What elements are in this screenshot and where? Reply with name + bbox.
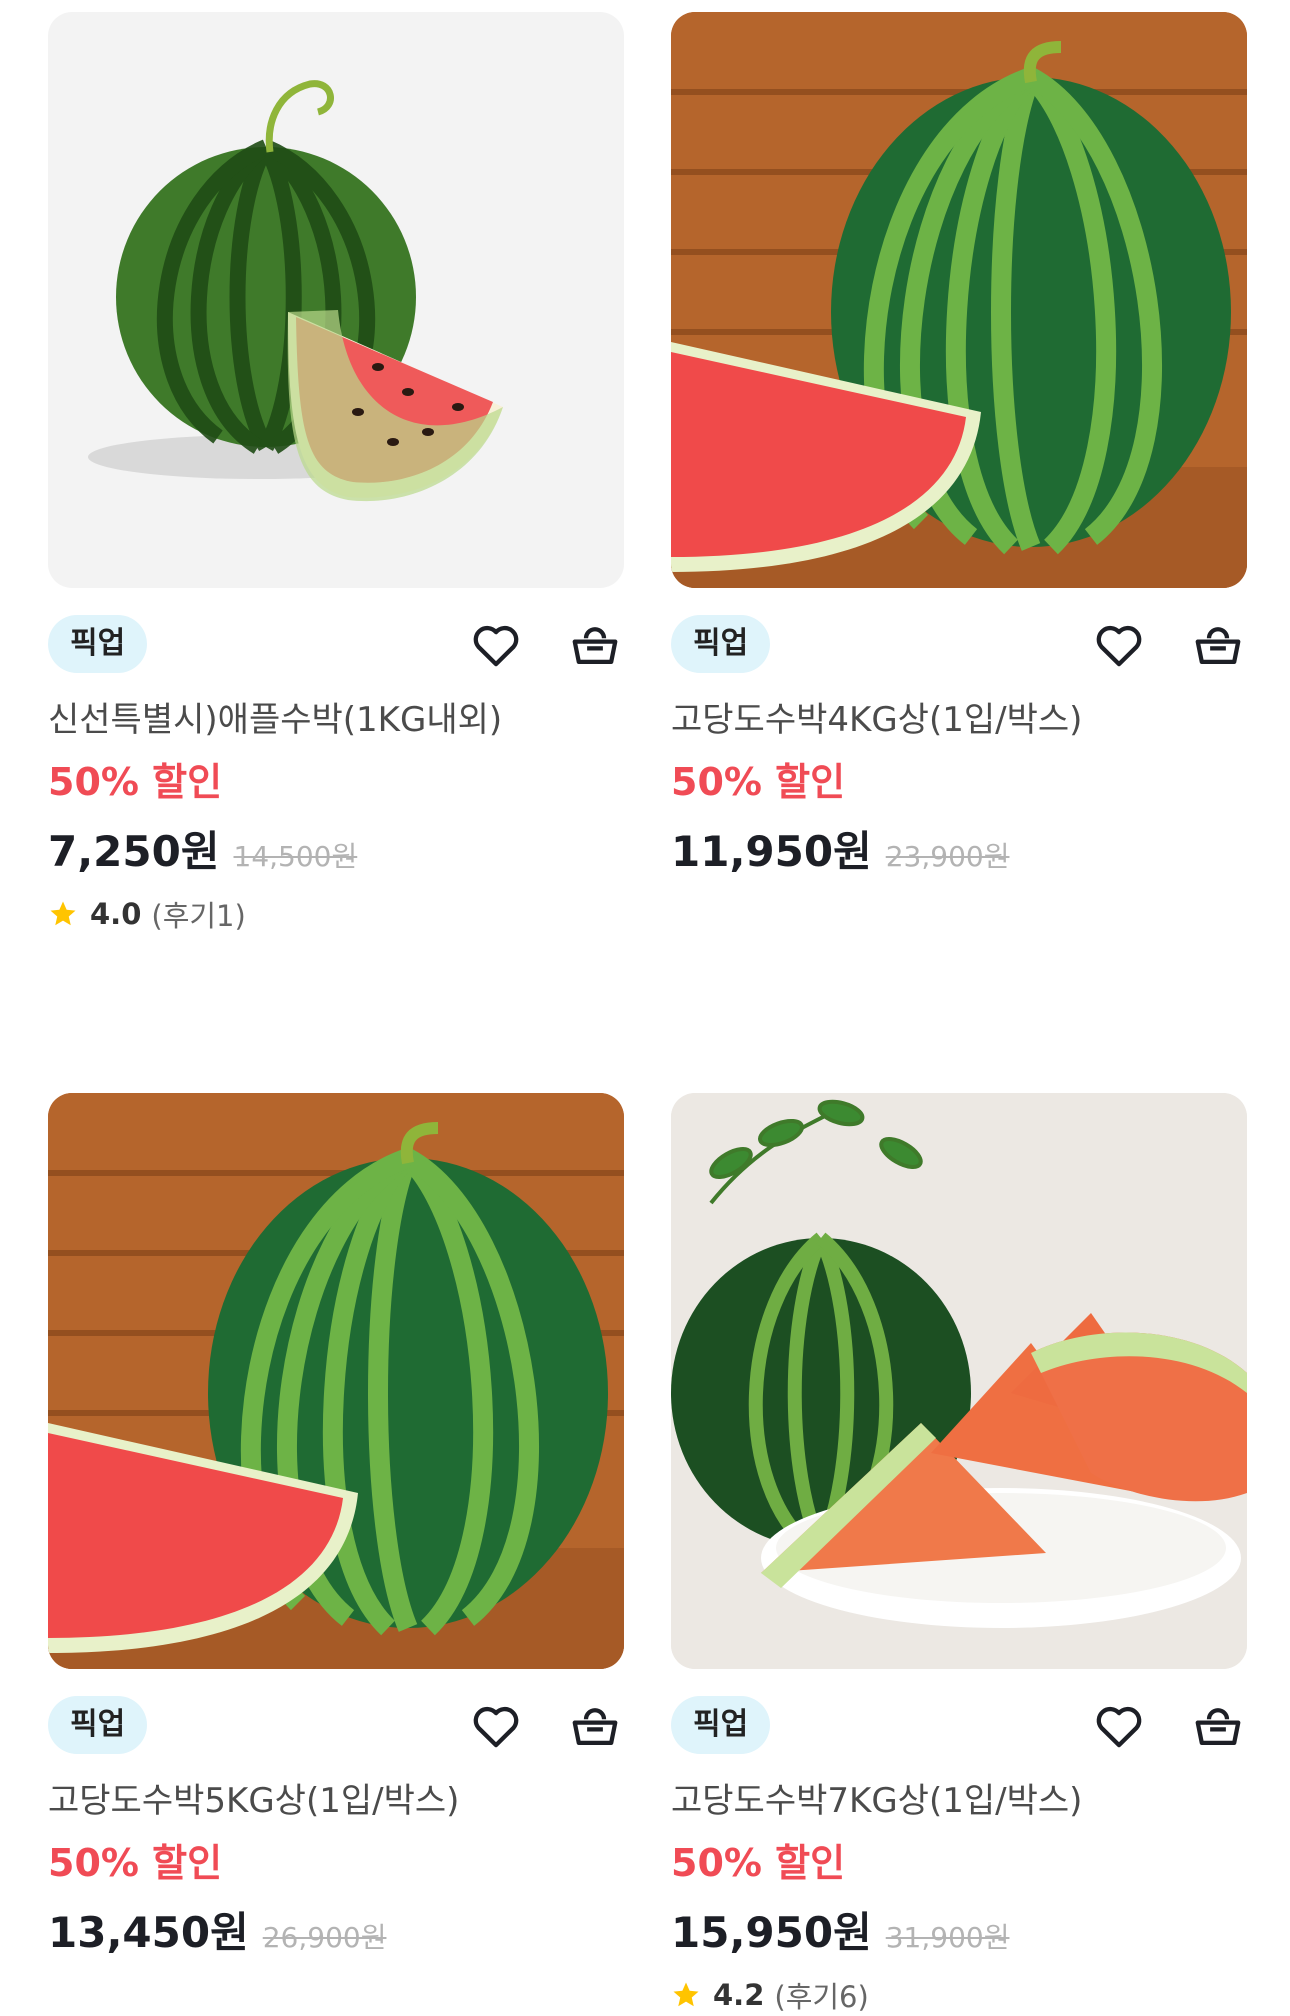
original-price: 31,900원 [885,1921,1010,1954]
card-actions: 픽업 [671,614,1247,674]
pickup-badge: 픽업 [48,615,148,673]
watermelon-image [48,1093,624,1669]
discount-label: 50% 할인 [671,1841,846,1885]
price-row: 13,450원 26,900원 [48,1899,624,1960]
product-title[interactable]: 고당도수박5KG상(1입/박스) [48,1779,624,1823]
heart-icon[interactable] [467,1697,525,1755]
star-icon [50,901,76,926]
sale-price: 15,950원 [671,1908,872,1957]
watermelon-image [671,1093,1247,1669]
original-price: 26,900원 [262,1921,387,1954]
basket-icon[interactable] [566,616,624,674]
product-card[interactable]: 픽업 신선특별시)애플수박(1KG내외) 50% 할인 7,250원 14,50… [48,12,624,935]
watermelon-image [671,12,1247,588]
price-row: 7,250원 14,500원 [48,818,624,879]
review-count[interactable]: (후기6) [774,1974,868,2016]
product-image[interactable] [671,12,1247,588]
price-row: 11,950원 23,900원 [671,818,1247,879]
rating-score: 4.2 [713,1978,765,2012]
original-price: 23,900원 [885,840,1010,873]
rating-score: 4.0 [90,897,142,931]
star-icon [673,1982,699,2007]
pickup-badge: 픽업 [48,1696,148,1754]
product-card[interactable]: 픽업 고당도수박7KG상(1입/박스) 50% 할인 15,950원 31,90… [671,1093,1247,2016]
product-grid: 픽업 신선특별시)애플수박(1KG내외) 50% 할인 7,250원 14,50… [0,0,1290,2016]
pickup-badge: 픽업 [671,1696,771,1754]
product-image[interactable] [48,1093,624,1669]
card-actions: 픽업 [48,614,624,674]
discount-label: 50% 할인 [48,760,223,804]
heart-icon[interactable] [1090,616,1148,674]
original-price: 14,500원 [233,840,358,873]
basket-icon[interactable] [566,1697,624,1755]
discount-label: 50% 할인 [48,1841,223,1885]
pickup-badge: 픽업 [671,615,771,673]
product-image[interactable] [48,12,624,588]
discount-label: 50% 할인 [671,760,846,804]
product-title[interactable]: 고당도수박7KG상(1입/박스) [671,1779,1247,1823]
review-count[interactable]: (후기1) [151,893,245,935]
price-row: 15,950원 31,900원 [671,1899,1247,1960]
sale-price: 7,250원 [48,827,220,876]
sale-price: 13,450원 [48,1908,249,1957]
product-title[interactable]: 고당도수박4KG상(1입/박스) [671,698,1247,742]
sale-price: 11,950원 [671,827,872,876]
product-card[interactable]: 픽업 고당도수박5KG상(1입/박스) 50% 할인 13,450원 26,90… [48,1093,624,1960]
rating-row: 4.0 (후기1) [48,893,624,935]
basket-icon[interactable] [1189,616,1247,674]
watermelon-image [88,80,503,502]
card-actions: 픽업 [671,1695,1247,1755]
product-card[interactable]: 픽업 고당도수박4KG상(1입/박스) 50% 할인 11,950원 23,90… [671,12,1247,879]
product-title[interactable]: 신선특별시)애플수박(1KG내외) [48,698,624,742]
heart-icon[interactable] [1090,1697,1148,1755]
basket-icon[interactable] [1189,1697,1247,1755]
card-actions: 픽업 [48,1695,624,1755]
product-image[interactable] [671,1093,1247,1669]
heart-icon[interactable] [467,616,525,674]
rating-row: 4.2 (후기6) [671,1974,1247,2016]
